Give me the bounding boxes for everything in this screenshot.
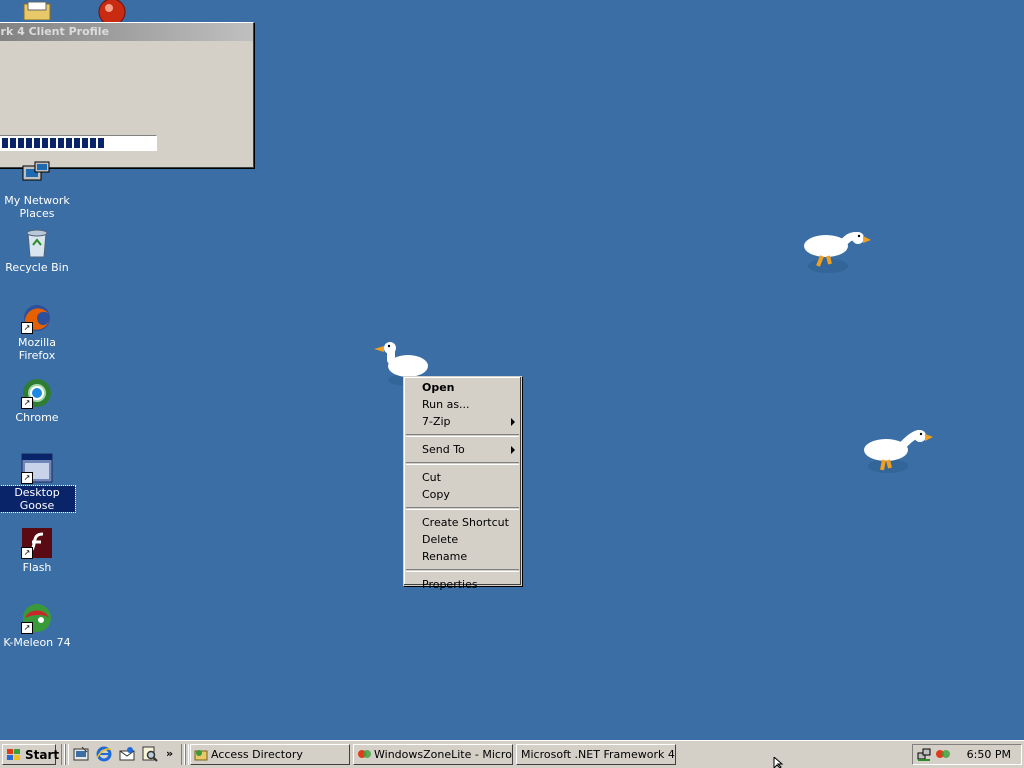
menu-item-label: Open [422,381,455,394]
search-icon[interactable] [142,746,158,762]
task-label: Access Directory [211,748,303,761]
shortcut-arrow-icon: ↗ [21,547,33,559]
partial-icon-top-left[interactable] [22,0,52,20]
app-tray-icon[interactable] [935,747,951,761]
menu-item-7zip[interactable]: 7-Zip [404,413,521,430]
desktop-icon-label: K-Meleon 74 [3,636,71,649]
start-label: Start [25,748,60,762]
network-places-icon [21,160,53,192]
desktop-icon-desktop-goose[interactable]: ↗ Desktop Goose [0,452,76,513]
desktop-icon-label: Chrome [15,411,59,424]
task-label: Microsoft .NET Framework 4 ... [521,748,676,761]
goose-sprite[interactable] [862,424,934,478]
clock[interactable]: 6:50 PM [967,745,1011,764]
desktop-icon-mozilla-firefox[interactable]: ↗ Mozilla Firefox [0,302,75,362]
menu-item-label: Copy [422,488,450,501]
directory-app-icon [194,750,208,761]
desktop-icon-my-network-places[interactable]: My Network Places [0,160,75,220]
windows-logo-icon [7,749,20,760]
task-windowszonelite[interactable]: WindowsZoneLite - Micros... [353,744,513,765]
menu-item-rename[interactable]: Rename [404,548,521,565]
desktop-icon-label: Desktop Goose [0,485,76,513]
quick-launch-more-button[interactable]: » [166,744,173,763]
menu-item-label: Create Shortcut [422,516,509,529]
desktop-icon-recycle-bin[interactable]: Recycle Bin [0,227,75,274]
partial-icon-top-red[interactable] [96,0,128,22]
network-tray-icon[interactable] [917,747,931,761]
desktop-icon-chrome[interactable]: ↗ Chrome [0,377,75,424]
show-desktop-icon[interactable] [73,746,89,762]
internet-explorer-icon[interactable] [96,746,112,762]
menu-item-label: Run as... [422,398,470,411]
menu-item-send-to[interactable]: Send To [404,441,521,458]
menu-item-open[interactable]: Open [404,379,521,396]
firefox-icon: ↗ [21,302,53,334]
system-tray: 6:50 PM [912,744,1022,765]
shortcut-arrow-icon: ↗ [21,397,33,409]
menu-item-copy[interactable]: Copy [404,486,521,503]
taskbar-divider [65,744,69,765]
desktop-icon-label: Mozilla Firefox [18,336,56,362]
menu-item-delete[interactable]: Delete [404,531,521,548]
menu-item-label: Properties [422,578,478,591]
menu-separator [406,462,519,465]
desktop-icon-label: My Network Places [4,194,70,220]
menu-item-label: 7-Zip [422,415,451,428]
shortcut-arrow-icon: ↗ [21,322,33,334]
goose-sprite[interactable] [800,226,872,278]
taskbar-divider [185,744,189,765]
windowszone-app-icon [358,750,371,758]
desktop-icon-k-meleon[interactable]: ↗ K-Meleon 74 [0,602,75,649]
menu-item-create-shortcut[interactable]: Create Shortcut [404,514,521,531]
menu-item-label: Send To [422,443,465,456]
outlook-express-icon[interactable] [119,746,135,762]
progress-dialog: ork 4 Client Profile [0,22,254,168]
desktop-goose-icon: ↗ [21,452,53,484]
progress-bar [0,135,157,151]
chrome-icon: ↗ [21,377,53,409]
menu-item-cut[interactable]: Cut [404,469,521,486]
taskbar: Start » Access Directory WindowsZoneLite… [0,740,1024,768]
dialog-title[interactable]: ork 4 Client Profile [0,23,253,41]
desktop-icon-label: Recycle Bin [5,261,69,274]
folder-icon [23,1,51,20]
red-orb-icon [98,0,126,22]
menu-item-run-as[interactable]: Run as... [404,396,521,413]
menu-item-label: Delete [422,533,459,546]
task-label: WindowsZoneLite - Micros... [374,748,513,761]
submenu-arrow-icon [511,446,515,454]
menu-separator [406,569,519,572]
shortcut-arrow-icon: ↗ [21,622,33,634]
kmeleon-icon: ↗ [21,602,53,634]
desktop-icon-flash[interactable]: ↗ Flash [0,527,75,574]
desktop-icon-label: Flash [22,561,52,574]
menu-separator [406,507,519,510]
task-dotnet-framework[interactable]: Microsoft .NET Framework 4 ... [516,744,676,765]
task-access-directory[interactable]: Access Directory [190,744,350,765]
menu-item-label: Rename [422,550,468,563]
start-button[interactable]: Start [2,744,60,765]
mouse-cursor-icon [773,757,784,768]
progress-fill [0,138,105,148]
menu-separator [406,434,519,437]
submenu-arrow-icon [511,418,515,426]
menu-item-label: Cut [422,471,441,484]
context-menu: Open Run as... 7-Zip Send To Cut Copy Cr… [403,376,522,591]
menu-item-properties[interactable]: Properties [404,576,521,593]
flash-icon: ↗ [21,527,53,559]
recycle-bin-icon [21,227,53,259]
shortcut-arrow-icon: ↗ [21,472,33,484]
